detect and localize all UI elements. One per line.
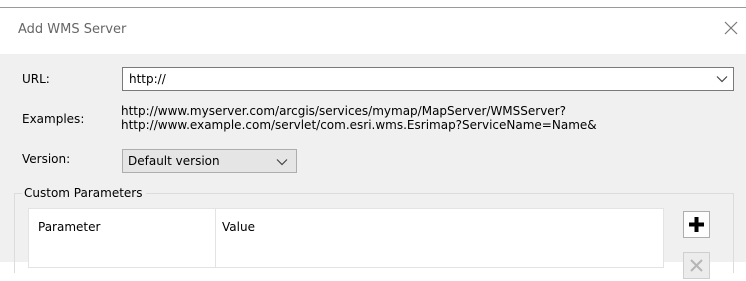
chevron-down-icon[interactable] — [716, 75, 728, 83]
url-combobox[interactable]: http:// — [122, 67, 734, 91]
remove-icon — [690, 259, 703, 272]
remove-parameter-button[interactable] — [683, 252, 710, 279]
close-button[interactable] — [722, 19, 740, 37]
version-selected-value: Default version — [128, 154, 220, 168]
example-url-2: http://www.example.com/servlet/com.esri.… — [121, 118, 597, 132]
column-divider[interactable] — [215, 209, 216, 267]
version-dropdown[interactable]: Default version — [122, 149, 297, 173]
dialog-title: Add WMS Server — [18, 22, 127, 37]
url-input[interactable]: http:// — [129, 72, 166, 86]
column-header-value[interactable]: Value — [222, 220, 255, 234]
chevron-down-icon — [276, 159, 288, 166]
close-icon — [724, 21, 738, 35]
examples-label: Examples: — [22, 112, 85, 126]
window-top-border — [0, 7, 746, 8]
custom-parameters-label: Custom Parameters — [22, 186, 147, 200]
add-parameter-button[interactable] — [683, 211, 710, 238]
example-url-1: http://www.myserver.com/arcgis/services/… — [121, 104, 566, 118]
version-label: Version: — [22, 152, 71, 166]
parameters-grid[interactable]: Parameter Value — [28, 208, 664, 268]
column-header-parameter[interactable]: Parameter — [38, 220, 100, 234]
plus-icon — [689, 217, 704, 232]
url-label: URL: — [22, 72, 50, 86]
